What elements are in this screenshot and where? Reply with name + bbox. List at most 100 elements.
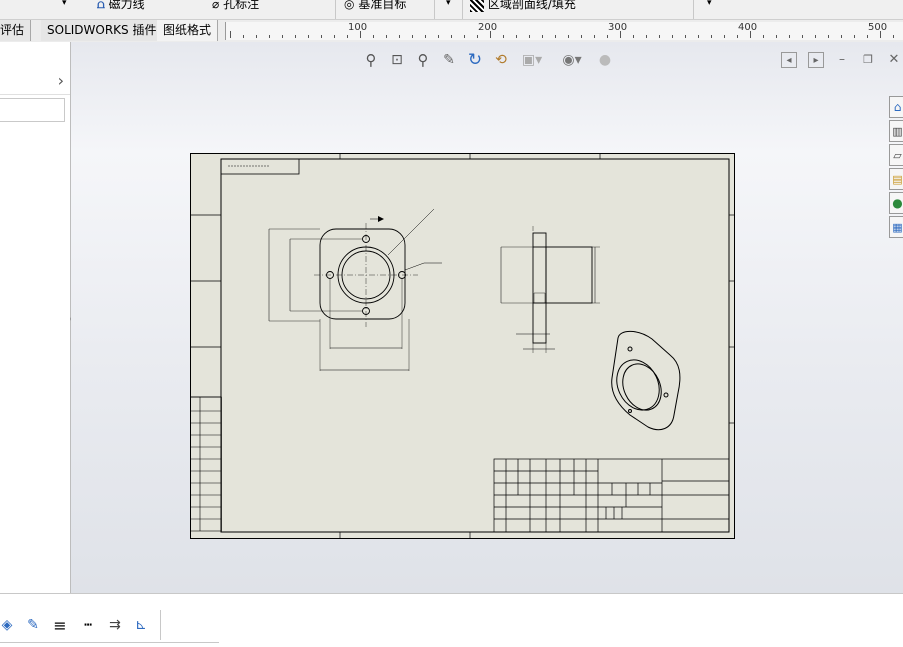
ruler-tick [256, 35, 257, 38]
dropdown-arrow-icon[interactable]: ▾ [707, 0, 712, 8]
ruler-tick [724, 35, 725, 38]
home-icon[interactable]: ⌂ [889, 96, 903, 118]
hide-edge-icon[interactable]: ⇉ [106, 616, 124, 634]
view-palette-icon[interactable]: ▤ [889, 168, 903, 190]
toolbar-datum-target-button[interactable]: ◎ 基准目标 [344, 0, 406, 12]
ruler-tick [334, 35, 335, 38]
tab-sheet-format[interactable]: 图纸格式 [157, 20, 219, 41]
rotate-icon[interactable]: ↻ [465, 50, 485, 70]
layer-icon[interactable]: ◈ [0, 616, 16, 634]
previous-view-icon[interactable]: ⟲ [491, 50, 511, 70]
zoom-to-area-icon[interactable]: ⊡ [387, 50, 407, 70]
area-hatch-icon [470, 0, 484, 12]
ruler-tick [776, 35, 777, 38]
ruler-tick [815, 35, 816, 38]
ruler-tick [529, 35, 530, 38]
ruler-label: 500 [868, 22, 888, 33]
ruler-tick [711, 35, 712, 38]
horizontal-ruler: 100 200 300 400 500 [225, 22, 903, 40]
dropdown-arrow-icon[interactable]: ▾ [62, 0, 67, 8]
ruler-tick [568, 35, 569, 38]
ruler-tick [607, 35, 608, 38]
drawing-sheet[interactable] [190, 153, 735, 539]
ruler-tick [425, 35, 426, 38]
bottom-toolbar: ◈ ✎ ≡ ┅ ⇉ ⊾ [0, 593, 903, 646]
ruler-tick [646, 35, 647, 38]
line-style-icon[interactable]: ┅ [78, 616, 98, 634]
ruler-tick [594, 35, 595, 38]
ruler-tick [321, 35, 322, 38]
ruler-tick [763, 35, 764, 38]
design-library-icon[interactable]: ▥ [889, 120, 903, 142]
ruler-label: 100 [348, 22, 368, 33]
next-window-icon[interactable]: ▸ [808, 52, 824, 68]
tab-evaluate[interactable]: 评估 [0, 20, 32, 41]
ruler-tick [503, 35, 504, 38]
ruler-tick [451, 35, 452, 38]
appearances-icon[interactable]: ● [889, 192, 903, 214]
ruler-tick [412, 35, 413, 38]
chevron-right-icon[interactable]: › [58, 71, 64, 90]
magnet-line-icon: ⩍ [97, 0, 105, 11]
ruler-tick [633, 35, 634, 38]
ruler-tick [893, 35, 894, 38]
toolbar-magnet-line-button[interactable]: ⩍ 磁力线 [97, 0, 145, 12]
toolbar-label: 磁力线 [108, 0, 145, 11]
toolbar-hole-callout-button[interactable]: ⌀ 孔标注 [212, 0, 259, 12]
custom-properties-icon[interactable]: ▦ [889, 216, 903, 238]
toolbar: ▾ ⩍ 磁力线 ⌀ 孔标注 ◎ 基准目标 ▾ 区域剖面线/填充 ▾ [0, 0, 903, 20]
close-icon[interactable]: ✕ [887, 52, 901, 67]
toolbar-label: 基准目标 [358, 0, 407, 11]
hole-callout-icon: ⌀ [212, 0, 220, 11]
ruler-tick [555, 35, 556, 38]
appearance-icon[interactable]: ● [595, 50, 615, 70]
ruler-tick [828, 35, 829, 38]
graphics-area[interactable]: ⚲ ⊡ ⚲ ✎ ↻ ⟲ ▣▾ ◉▾ ● ◂ ▸ – ❐ ✕ ⌂ ▥ ▱ ▤ ● … [71, 42, 903, 593]
ruler-label: 200 [478, 22, 498, 33]
line-color-icon[interactable]: ✎ [24, 616, 42, 634]
ruler-tick [516, 35, 517, 38]
datum-target-icon: ◎ [344, 0, 355, 11]
ruler-tick [347, 35, 348, 38]
ruler-label: 300 [608, 22, 628, 33]
ruler-tick [698, 35, 699, 38]
ruler-tick [282, 35, 283, 38]
color-display-icon[interactable]: ⊾ [132, 616, 150, 634]
display-style-icon[interactable]: ▣▾ [519, 50, 545, 70]
toolbar-area-hatch-button[interactable]: 区域剖面线/填充 [470, 0, 576, 12]
ruler-tick [789, 35, 790, 38]
window-controls: ◂ ▸ – ❐ ✕ [781, 52, 901, 68]
ruler-tick [672, 35, 673, 38]
ruler-tick [477, 35, 478, 38]
ruler-tick [659, 35, 660, 38]
ruler-tick [295, 35, 296, 38]
ruler-tick [542, 35, 543, 38]
tab-solidworks-addins[interactable]: SOLIDWORKS 插件 [41, 20, 164, 41]
ruler-tick [737, 35, 738, 38]
file-explorer-icon[interactable]: ▱ [889, 144, 903, 166]
ruler-tick [581, 35, 582, 38]
ruler-tick [399, 35, 400, 38]
dropdown-arrow-icon[interactable]: ▾ [446, 0, 451, 8]
panel-row[interactable]: › [0, 70, 70, 95]
zoom-to-fit-icon[interactable]: ⚲ [361, 50, 381, 70]
ruler-tick [464, 35, 465, 38]
toolbar-label: 区域剖面线/填充 [487, 0, 576, 11]
previous-window-icon[interactable]: ◂ [781, 52, 797, 68]
ruler-tick [230, 31, 231, 38]
minimize-icon[interactable]: – [835, 52, 849, 66]
ruler-tick [867, 35, 868, 38]
ruler-tick [373, 35, 374, 38]
pan-icon[interactable]: ✎ [439, 50, 459, 70]
ruler-tick [841, 35, 842, 38]
ruler-tick [243, 35, 244, 38]
ruler-tick [438, 35, 439, 38]
line-thickness-icon[interactable]: ≡ [51, 616, 69, 635]
ruler-tick [802, 35, 803, 38]
filter-input[interactable] [0, 98, 65, 122]
restore-icon[interactable]: ❐ [861, 52, 875, 66]
ruler-label: 400 [738, 22, 758, 33]
ruler-tick [308, 35, 309, 38]
zoom-in-out-icon[interactable]: ⚲ [413, 50, 433, 70]
hide-show-icon[interactable]: ◉▾ [557, 50, 587, 70]
